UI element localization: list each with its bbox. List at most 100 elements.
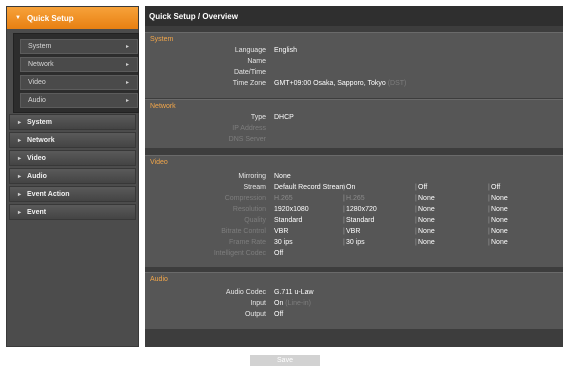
- video-cell: 30 ips: [274, 239, 293, 246]
- arrow-right-icon: ▸: [18, 155, 22, 162]
- arrow-right-icon: ▸: [18, 137, 22, 144]
- section-title: Network: [150, 103, 176, 110]
- video-cell: Standard: [346, 217, 375, 224]
- video-cell: None: [418, 228, 435, 235]
- timezone-text: GMT+09:00 Osaka, Sapporo, Tokyo: [274, 80, 386, 87]
- mirroring-label: Mirroring: [238, 173, 266, 180]
- section-title: Video: [150, 159, 168, 166]
- quick-setup-item-video[interactable]: Video ▸: [20, 75, 138, 90]
- arrow-right-icon: ▸: [18, 209, 22, 216]
- timezone-label: Time Zone: [232, 80, 266, 87]
- video-row-label: Compression: [224, 195, 266, 202]
- column-separator: |: [343, 228, 345, 235]
- input-label: Input: [250, 300, 266, 307]
- section-title: Audio: [150, 276, 168, 283]
- submenu-label: System: [28, 43, 52, 50]
- column-separator: |: [488, 184, 490, 191]
- video-row-label: Stream: [243, 184, 266, 191]
- sidebar-item-label: Event Action: [27, 190, 70, 198]
- quick-setup-header[interactable]: ▼ Quick Setup: [7, 7, 138, 29]
- video-cell: None: [418, 217, 435, 224]
- video-cell: None: [491, 206, 508, 213]
- output-label: Output: [244, 311, 266, 318]
- submenu-label: Video: [28, 79, 46, 86]
- section-title: System: [150, 36, 174, 43]
- sidebar-item-audio[interactable]: ▸ Audio: [9, 168, 136, 184]
- video-cell: None: [491, 228, 508, 235]
- datetime-label: Date/Time: [233, 69, 266, 76]
- main-panel: Quick Setup / Overview System Language E…: [145, 6, 563, 347]
- sidebar-item-label: System: [27, 118, 52, 126]
- video-cell: None: [491, 195, 508, 202]
- caret-down-icon: ▼: [15, 15, 21, 21]
- network-section: Network Type DHCP IP Address DNS Server: [145, 99, 563, 148]
- video-row-label: Bitrate Control: [221, 228, 266, 235]
- column-separator: |: [415, 195, 417, 202]
- video-row-label: Quality: [244, 217, 266, 224]
- save-button[interactable]: Save: [250, 355, 320, 366]
- column-separator: |: [488, 239, 490, 246]
- video-cell: 1280x720: [346, 206, 377, 213]
- column-separator: |: [488, 228, 490, 235]
- sidebar-item-event-action[interactable]: ▸ Event Action: [9, 186, 136, 202]
- intelligent-codec-value: Off: [274, 250, 284, 257]
- column-separator: |: [343, 217, 345, 224]
- video-cell: None: [491, 239, 508, 246]
- column-separator: |: [415, 217, 417, 224]
- mirroring-value: None: [274, 173, 291, 180]
- arrow-right-icon: ▸: [125, 44, 129, 50]
- column-separator: |: [415, 206, 417, 213]
- audio-section: Audio Audio Codec G.711 u-Law Input On (…: [145, 272, 563, 329]
- video-cell: None: [418, 195, 435, 202]
- name-label: Name: [247, 58, 266, 65]
- video-cell: H.265: [274, 195, 293, 202]
- sidebar-item-video[interactable]: ▸ Video: [9, 150, 136, 166]
- system-section: System Language English Name Date/Time T…: [145, 32, 563, 98]
- video-cell: None: [418, 206, 435, 213]
- quick-setup-item-system[interactable]: System ▸: [20, 39, 138, 54]
- video-cell: None: [491, 217, 508, 224]
- sidebar-item-system[interactable]: ▸ System: [9, 114, 136, 130]
- type-value: DHCP: [274, 114, 294, 121]
- sidebar-item-label: Event: [27, 208, 47, 216]
- column-separator: |: [415, 228, 417, 235]
- sidebar-item-label: Audio: [27, 172, 47, 180]
- submenu-label: Audio: [28, 97, 46, 104]
- column-separator: |: [343, 195, 345, 202]
- quick-setup-label: Quick Setup: [26, 13, 74, 23]
- video-cell: On: [346, 184, 356, 191]
- input-state: On: [274, 300, 284, 307]
- submenu-label: Network: [28, 61, 54, 68]
- audio-codec-value: G.711 u-Law: [274, 289, 314, 296]
- arrow-right-icon: ▸: [18, 191, 22, 198]
- output-value: Off: [274, 311, 284, 318]
- quick-setup-item-audio[interactable]: Audio ▸: [20, 93, 138, 108]
- video-cell: Off: [418, 184, 428, 191]
- input-detail: (Line-in): [285, 300, 311, 307]
- sidebar-item-network[interactable]: ▸ Network: [9, 132, 136, 148]
- video-row-label: Resolution: [232, 206, 266, 213]
- video-cell: Default Record Stream: [274, 184, 346, 191]
- audio-codec-label: Audio Codec: [225, 289, 266, 296]
- quick-setup-item-network[interactable]: Network ▸: [20, 57, 138, 72]
- video-cell: 1920x1080: [274, 206, 309, 213]
- video-cell: H.265: [346, 195, 365, 202]
- column-separator: |: [415, 184, 417, 191]
- type-label: Type: [250, 114, 266, 121]
- arrow-right-icon: ▸: [125, 80, 129, 86]
- input-value: On (Line-in): [274, 300, 311, 307]
- timezone-value: GMT+09:00 Osaka, Sapporo, Tokyo (DST): [274, 80, 406, 87]
- sidebar-item-label: Network: [27, 136, 55, 144]
- video-section: Video Mirroring None Stream Default Recor…: [145, 155, 563, 267]
- video-cell: 30 ips: [346, 239, 365, 246]
- quick-setup-submenu: System ▸ Network ▸ Video ▸ Audio ▸: [13, 33, 139, 113]
- intelligent-codec-label: Intelligent Codec: [213, 250, 266, 257]
- column-separator: |: [343, 184, 345, 191]
- ip-address-label: IP Address: [232, 125, 266, 132]
- dns-server-label: DNS Server: [228, 136, 266, 143]
- video-cell: VBR: [346, 228, 361, 235]
- sidebar: ▼ Quick Setup System ▸ Network ▸ Video ▸…: [6, 6, 139, 347]
- arrow-right-icon: ▸: [125, 98, 129, 104]
- video-cell: VBR: [274, 228, 289, 235]
- sidebar-item-event[interactable]: ▸ Event: [9, 204, 136, 220]
